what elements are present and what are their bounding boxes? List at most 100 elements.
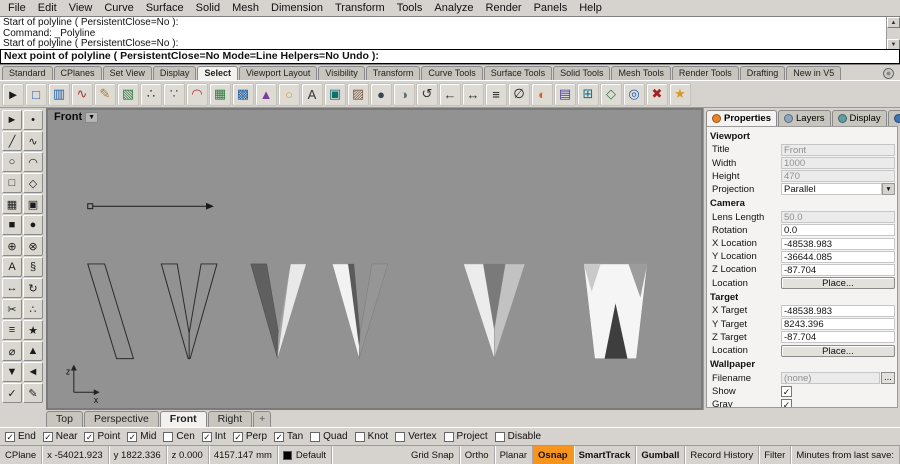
scroll-up-icon[interactable]: ▲ — [887, 17, 900, 28]
boolean-difference-icon[interactable]: ⊗ — [23, 236, 43, 256]
property-value[interactable]: 0.0 — [781, 224, 895, 237]
autosave-timer[interactable]: Minutes from last save: — [791, 446, 900, 464]
menu-item[interactable]: Mesh — [226, 1, 265, 15]
tab-surface-tools[interactable]: Surface Tools — [483, 66, 553, 80]
check-geometry-icon[interactable]: ✓ — [2, 383, 22, 403]
text-icon[interactable]: A — [2, 257, 22, 277]
box-icon[interactable]: ■ — [2, 215, 22, 235]
osnap-checkbox[interactable]: ✓ — [443, 431, 454, 442]
osnap-checkbox[interactable]: ✓ — [494, 431, 505, 442]
shaded-chevron2-right-limb[interactable] — [358, 263, 389, 359]
property-value[interactable]: Parallel — [781, 183, 882, 196]
tab-help[interactable]: Help — [887, 110, 900, 126]
select-meshes-icon[interactable]: ▲ — [255, 82, 277, 106]
viewport-tab-right[interactable]: Right — [207, 411, 253, 427]
property-value[interactable]: Front — [781, 143, 895, 156]
osnap-checkbox[interactable]: ✓ — [42, 431, 53, 442]
property-value[interactable]: 8243.396 — [781, 318, 895, 331]
osnap-checkbox[interactable]: ✓ — [274, 431, 285, 442]
osnap-checkbox[interactable]: ✓ — [395, 431, 406, 442]
menu-item[interactable]: Render — [480, 1, 528, 15]
polyline-start-point[interactable] — [87, 203, 94, 210]
property-value[interactable]: -48538.983 — [781, 304, 895, 317]
osnap-checkbox[interactable]: ✓ — [5, 431, 15, 442]
select-window-icon[interactable]: □ — [25, 82, 47, 106]
sphere-icon[interactable]: ● — [23, 215, 43, 235]
property-value[interactable]: 50.0 — [781, 211, 895, 224]
osnap-int[interactable]: ✓ Int — [201, 431, 226, 442]
annotation-icon[interactable]: § — [23, 257, 43, 277]
property-value[interactable]: -36644.085 — [781, 250, 895, 263]
menu-item[interactable]: Dimension — [265, 1, 329, 15]
tab-solid-tools[interactable]: Solid Tools — [553, 66, 611, 80]
property-value[interactable]: (none) — [781, 372, 880, 385]
property-value[interactable]: -87.704 — [781, 331, 895, 344]
boolean-union-icon[interactable]: ⊕ — [2, 236, 22, 256]
menu-item[interactable]: Panels — [528, 1, 574, 15]
osnap-checkbox[interactable]: ✓ — [232, 431, 243, 442]
line-icon[interactable]: ╱ — [2, 131, 22, 151]
select-points-icon[interactable]: ∴ — [140, 82, 162, 106]
select-pointer-icon[interactable]: ► — [2, 110, 22, 130]
tab-display-group[interactable]: Display — [152, 66, 197, 80]
command-scrollbar[interactable]: ▲ ▼ — [886, 17, 900, 50]
tab-visibility[interactable]: Visibility — [318, 66, 365, 80]
deselect-all-icon[interactable]: ∅ — [508, 82, 530, 106]
zoom-selected-icon[interactable]: ◎ — [623, 82, 645, 106]
tab-drafting[interactable]: Drafting — [739, 66, 786, 80]
y-coordinate[interactable]: y 1822.336 — [109, 446, 167, 464]
osnap-checkbox[interactable]: ✓ — [354, 431, 365, 442]
select-paint-icon[interactable]: ▧ — [117, 82, 139, 106]
select-dots-icon[interactable]: ● — [370, 82, 392, 106]
osnap-quad[interactable]: ✓ Quad — [310, 431, 348, 442]
explode-icon[interactable]: ★ — [23, 320, 43, 340]
tab-display[interactable]: Display — [831, 110, 887, 126]
ortho-toggle[interactable]: Ortho — [460, 446, 495, 464]
property-checkbox[interactable]: ✓ — [781, 399, 792, 407]
tab-cplanes[interactable]: CPlanes — [53, 66, 102, 80]
smarttrack-toggle[interactable]: SmartTrack — [574, 446, 637, 464]
menu-item[interactable]: Help — [573, 1, 608, 15]
polygon-icon[interactable]: ◇ — [23, 173, 43, 193]
arc-icon[interactable]: ◠ — [23, 152, 43, 172]
select-lights-icon[interactable]: ○ — [278, 82, 300, 106]
select-clipping-planes-icon[interactable]: ◑ — [393, 82, 415, 106]
menu-item[interactable]: Edit — [32, 1, 63, 15]
new-viewport-tab-icon[interactable]: + — [253, 411, 272, 427]
cplane-selector[interactable]: CPlane — [0, 446, 43, 464]
osnap-tan[interactable]: ✓ Tan — [274, 431, 303, 442]
select-volume-icon[interactable]: ◇ — [600, 82, 622, 106]
property-value[interactable]: 470 — [781, 170, 895, 183]
menu-item[interactable]: Transform — [329, 1, 391, 15]
menu-item[interactable]: Solid — [190, 1, 226, 15]
trim-icon[interactable]: ✂ — [2, 299, 22, 319]
view-back-icon[interactable]: ◄ — [23, 362, 43, 382]
property-button[interactable]: Place... — [781, 277, 895, 290]
chevron-down-icon[interactable]: ▼ — [85, 111, 99, 123]
filter-toggle[interactable]: Filter — [759, 446, 792, 464]
hide-objects-icon[interactable]: ✖ — [646, 82, 668, 106]
select-point-clouds-icon[interactable]: ∵ — [163, 82, 185, 106]
join-icon[interactable]: ≡ — [2, 320, 22, 340]
viewport-tab-perspective[interactable]: Perspective — [83, 411, 159, 427]
property-value[interactable]: -87.704 — [781, 263, 895, 276]
osnap-cen[interactable]: ✓ Cen — [163, 431, 195, 442]
surface-tools-icon[interactable]: ▣ — [23, 194, 43, 214]
osnap-checkbox[interactable]: ✓ — [84, 431, 95, 442]
select-last-icon[interactable]: ↺ — [416, 82, 438, 106]
x-coordinate[interactable]: x -54021.923 — [42, 446, 109, 464]
select-by-color-icon[interactable]: ◐ — [531, 82, 553, 106]
mesh-icon[interactable]: ▲ — [23, 341, 43, 361]
osnap-project[interactable]: ✓ Project — [443, 431, 488, 442]
osnap-near[interactable]: ✓ Near — [42, 431, 77, 442]
viewport-front[interactable]: z x Front ▼ — [46, 108, 703, 410]
select-pointer-icon[interactable]: ► — [2, 82, 24, 106]
tab-transform[interactable]: Transform — [365, 66, 421, 80]
menu-item[interactable]: Curve — [98, 1, 139, 15]
grid-snap-toggle[interactable]: Grid Snap — [406, 446, 460, 464]
record-history-toggle[interactable]: Record History — [685, 446, 760, 464]
osnap-toggle[interactable]: Osnap — [533, 446, 574, 464]
dimension-icon[interactable]: ⌀ — [2, 341, 22, 361]
menu-item[interactable]: Tools — [391, 1, 429, 15]
property-checkbox[interactable]: ✓ — [781, 385, 792, 397]
